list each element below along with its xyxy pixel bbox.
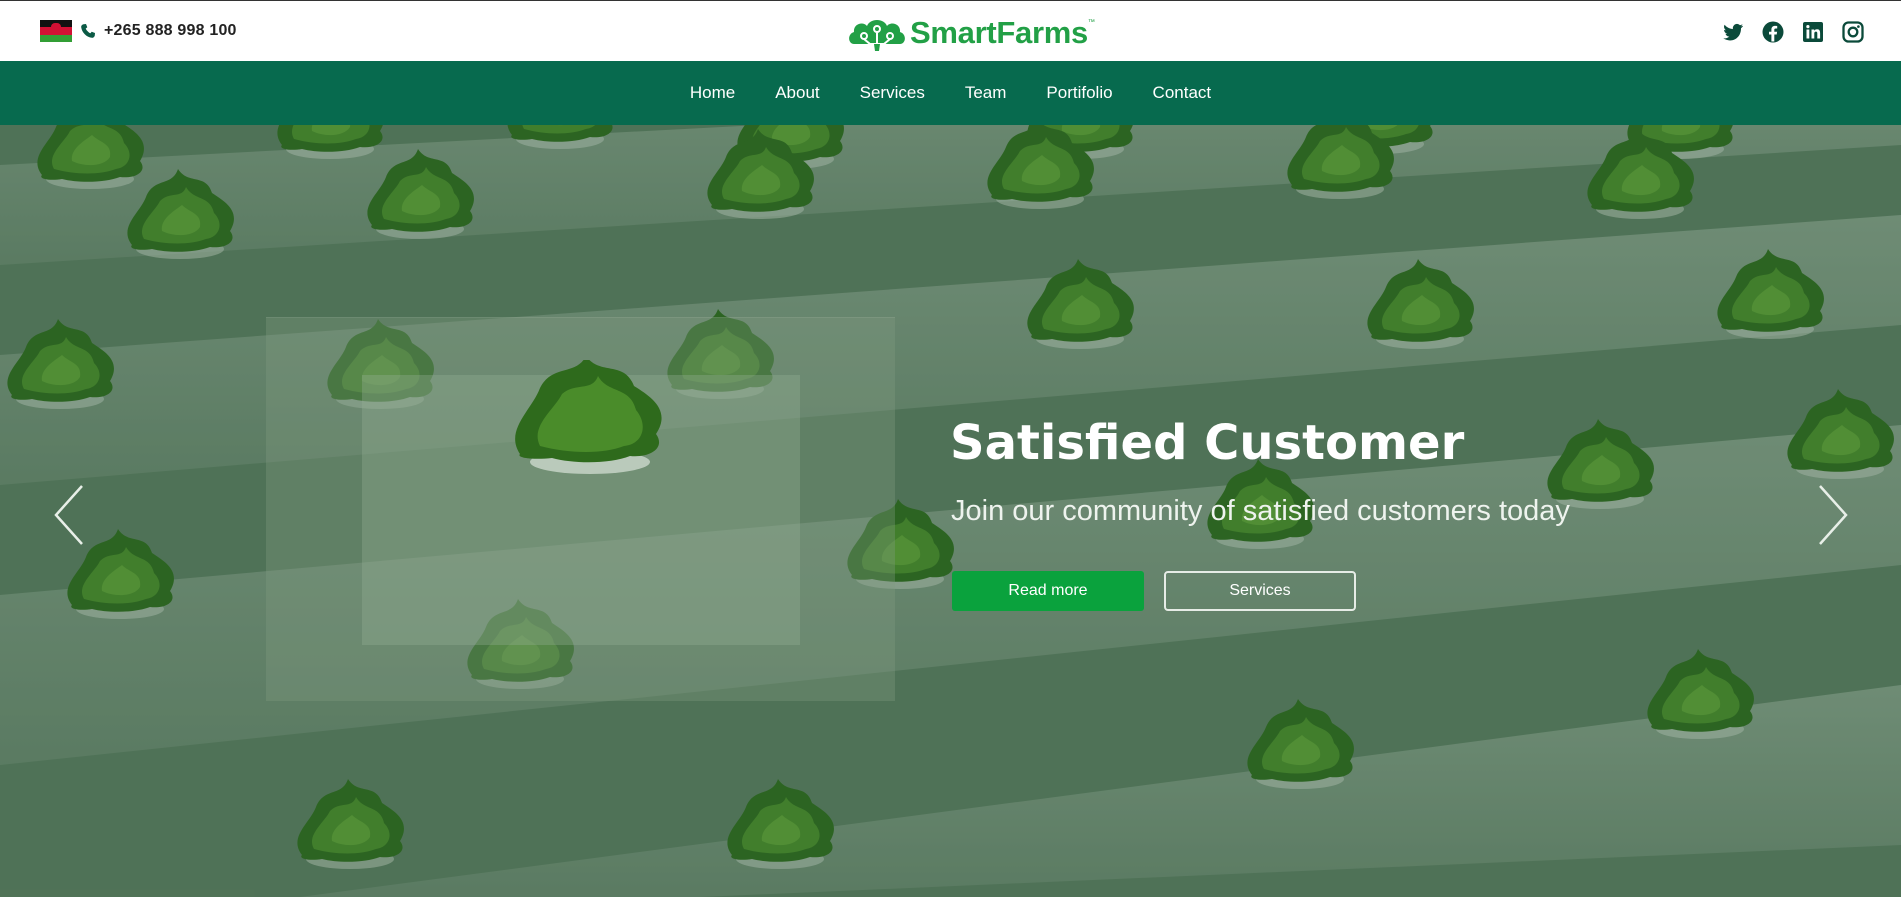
nav-item-portfolio[interactable]: Portifolio <box>1046 83 1112 103</box>
logo-trademark: ™ <box>1087 19 1095 26</box>
hero-slider: Satisfied Customer Join our community of… <box>0 125 1901 897</box>
read-more-button[interactable]: Read more <box>952 571 1144 611</box>
hero-title: Satisfied Customer <box>950 415 1465 471</box>
chevron-right-icon <box>1819 485 1848 545</box>
phone-number[interactable]: +265 888 998 100 <box>104 22 237 40</box>
logo-text: SmartFarms <box>910 15 1088 50</box>
chevron-left-icon <box>54 485 83 545</box>
linkedin-icon[interactable] <box>1801 20 1825 44</box>
carousel-next-button[interactable] <box>1812 480 1852 550</box>
carousel-prev-button[interactable] <box>50 480 90 550</box>
nav-item-team[interactable]: Team <box>965 83 1007 103</box>
lettuce-image <box>515 360 662 474</box>
services-button[interactable]: Services <box>1164 571 1356 611</box>
facebook-icon[interactable] <box>1761 20 1785 44</box>
malawi-flag-icon <box>40 20 72 42</box>
smartfarms-logo[interactable]: SmartFarms ™ <box>846 13 1095 53</box>
nav-item-contact[interactable]: Contact <box>1153 83 1212 103</box>
twitter-icon[interactable] <box>1721 20 1745 44</box>
tree-logo-icon <box>849 20 905 51</box>
hero-subtitle: Join our community of satisfied customer… <box>951 495 1570 527</box>
phone-icon <box>80 23 96 39</box>
nav-item-about[interactable]: About <box>775 83 819 103</box>
top-bar: +265 888 998 100 SmartFarms ™ <box>0 0 1901 61</box>
nav-item-home[interactable]: Home <box>690 83 735 103</box>
main-navigation: Home About Services Team Portifolio Cont… <box>0 61 1901 125</box>
nav-item-services[interactable]: Services <box>860 83 925 103</box>
instagram-icon[interactable] <box>1841 20 1865 44</box>
